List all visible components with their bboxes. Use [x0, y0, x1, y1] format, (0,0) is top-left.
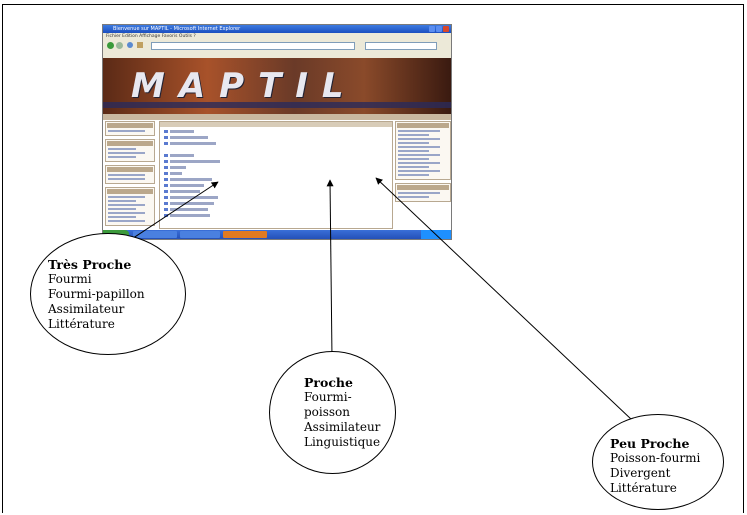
callout-line: Linguistique	[304, 435, 381, 449]
callout-heading: Très Proche	[48, 257, 132, 272]
callout-peu-proche: Peu Proche Poisson-fourmi Divergent Litt…	[610, 436, 700, 496]
arrow-proche	[326, 179, 334, 359]
arrow-peu-proche	[375, 177, 633, 421]
callout-line: Assimilateur	[48, 302, 125, 316]
callout-line: Fourmi-	[304, 390, 352, 404]
callout-line: Fourmi-papillon	[48, 287, 145, 301]
callout-proche: Proche Fourmi- poisson Assimilateur Ling…	[304, 375, 380, 450]
callout-line: Poisson-fourmi	[610, 451, 701, 465]
callout-heading: Peu Proche	[610, 436, 690, 451]
callout-line: Fourmi	[48, 272, 92, 286]
callout-line: poisson	[304, 405, 351, 419]
callout-tres-proche: Très Proche Fourmi Fourmi-papillon Assim…	[48, 257, 145, 332]
callout-line: Littérature	[610, 481, 677, 495]
callout-heading: Proche	[304, 375, 353, 390]
callout-line: Assimilateur	[304, 420, 381, 434]
callout-line: Divergent	[610, 466, 671, 480]
callout-line: Littérature	[48, 317, 115, 331]
